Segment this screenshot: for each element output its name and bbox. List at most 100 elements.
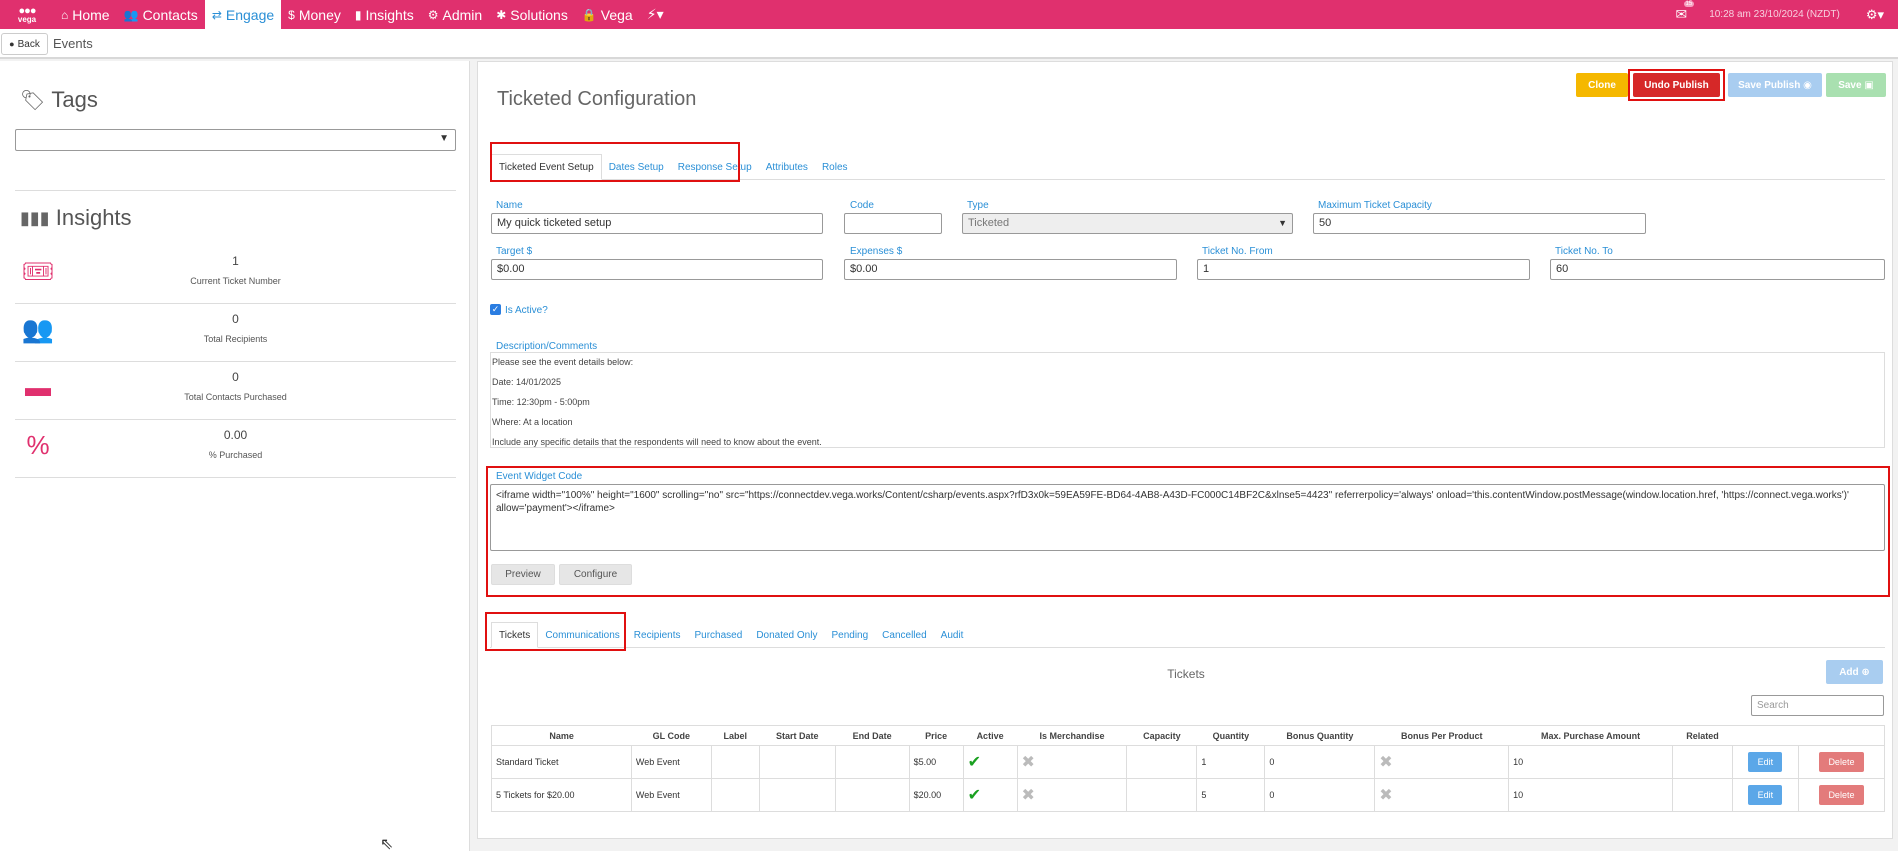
configure-button[interactable]: Configure <box>559 564 632 585</box>
tab-cancelled[interactable]: Cancelled <box>875 622 933 648</box>
check-icon: ✔ <box>967 754 981 771</box>
widget-code-textarea[interactable]: <iframe width="100%" height="1600" scrol… <box>490 484 1885 551</box>
insights-heading: ▮▮▮ Insights <box>20 205 132 230</box>
puzzle-icon: ✱ <box>496 7 507 22</box>
nav-admin[interactable]: ⚙ Admin <box>421 0 489 29</box>
vega-logo[interactable]: ●●● vega <box>0 0 54 29</box>
name-label: Name <box>496 200 523 211</box>
max-capacity-label: Maximum Ticket Capacity <box>1318 200 1432 211</box>
nav-contacts[interactable]: 👥 Contacts <box>117 0 205 29</box>
nav-money[interactable]: $ Money <box>281 0 348 29</box>
ticket-from-input[interactable]: 1 <box>1197 259 1530 280</box>
target-input[interactable]: $0.00 <box>491 259 823 280</box>
undo-publish-button[interactable]: Undo Publish <box>1633 73 1720 97</box>
chevron-down-icon: ▼ <box>1278 218 1287 228</box>
sub-header: ● Back Events <box>0 29 1898 59</box>
tab-roles[interactable]: Roles <box>815 154 855 180</box>
cross-icon: ✖ <box>1021 754 1035 771</box>
cross-icon: ✖ <box>1379 754 1393 771</box>
description-editor[interactable]: Please see the event details below: Date… <box>490 352 1885 448</box>
home-icon: ⌂ <box>61 7 69 22</box>
tab-audit[interactable]: Audit <box>934 622 971 648</box>
tags-heading: 🏷 Tags <box>20 87 98 112</box>
chevron-down-icon: ▼ <box>439 133 449 144</box>
plus-circle-icon: ⊕ <box>1861 666 1870 678</box>
tab-recipients[interactable]: Recipients <box>627 622 688 648</box>
stat-percent-purchased: % 0.00 % Purchased <box>15 420 456 478</box>
floppy-icon: ▣ <box>1864 79 1874 91</box>
bolt-icon: ⚡▾ <box>646 6 664 22</box>
stat-total-recipients: 👥 0 Total Recipients <box>15 304 456 362</box>
tab-attributes[interactable]: Attributes <box>759 154 815 180</box>
nav-vega[interactable]: 🔒 Vega <box>575 0 640 29</box>
back-button[interactable]: ● Back <box>1 33 48 55</box>
bar-chart-icon: ▮▮▮ <box>20 207 50 228</box>
expenses-label: Expenses $ <box>850 246 903 257</box>
breadcrumb[interactable]: Events <box>53 36 93 51</box>
nav-insights[interactable]: ▮ Insights <box>348 0 421 29</box>
dollar-icon: $ <box>288 7 295 22</box>
tags-icon: 🏷 <box>20 89 46 112</box>
left-panel: 🏷 Tags ▼ ▮▮▮ Insights 🎟 1 Current Ticket N… <box>0 61 470 851</box>
users-icon: 👥 <box>123 7 139 22</box>
table-header-row: Name GL Code Label Start Date End Date P… <box>491 725 1885 746</box>
tags-select[interactable]: ▼ <box>15 129 456 151</box>
table-row: Standard Ticket Web Event $5.00 ✔ ✖ 1 0 … <box>491 745 1886 779</box>
page-title: Ticketed Configuration <box>497 88 697 110</box>
exchange-icon: ⇄ <box>211 7 222 22</box>
highlight-box <box>485 612 626 651</box>
tickets-table: Name GL Code Label Start Date End Date P… <box>491 725 1886 812</box>
main-panel: Ticketed Configuration Clone Undo Publis… <box>477 61 1893 839</box>
edit-button[interactable]: Edit <box>1748 785 1783 805</box>
divider <box>15 190 456 191</box>
bar-chart-icon: ▮ <box>354 7 362 22</box>
highlight-box <box>490 142 740 182</box>
tickets-heading: Tickets <box>1167 667 1205 681</box>
cogs-icon: ⚙ <box>427 7 439 22</box>
clock: 10:28 am 23/10/2024 (NZDT) <box>1709 9 1840 20</box>
ticket-to-label: Ticket No. To <box>1555 246 1613 257</box>
delete-button[interactable]: Delete <box>1818 785 1864 805</box>
circle-arrow-icon: ◉ <box>1803 79 1812 91</box>
top-nav: ●●● vega ⌂ Home 👥 Contacts ⇄ Engage $ Money … <box>0 0 1898 29</box>
notifications-icon[interactable]: ✉ 15 <box>1675 1 1695 23</box>
widget-code-label: Event Widget Code <box>496 471 583 482</box>
code-input[interactable] <box>844 213 942 234</box>
check-icon: ✔ <box>967 787 981 804</box>
clone-button[interactable]: Clone <box>1576 73 1628 97</box>
cross-icon: ✖ <box>1379 787 1393 804</box>
save-publish-button[interactable]: Save Publish ◉ <box>1728 73 1822 97</box>
stat-contacts-purchased: ▬ 0 Total Contacts Purchased <box>15 362 456 420</box>
type-label: Type <box>967 200 989 211</box>
cross-icon: ✖ <box>1021 787 1035 804</box>
max-capacity-input[interactable]: 50 <box>1313 213 1646 234</box>
stat-current-ticket: 🎟 1 Current Ticket Number <box>15 246 456 304</box>
delete-button[interactable]: Delete <box>1818 752 1864 772</box>
tab-purchased[interactable]: Purchased <box>688 622 750 648</box>
type-select[interactable]: Ticketed ▼ <box>962 213 1293 234</box>
edit-button[interactable]: Edit <box>1748 752 1783 772</box>
settings-cog-icon[interactable]: ⚙▾ <box>1866 7 1884 23</box>
add-ticket-button[interactable]: Add ⊕ <box>1826 660 1883 684</box>
name-input[interactable]: My quick ticketed setup <box>491 213 823 234</box>
lock-icon: 🔒 <box>581 7 597 22</box>
mouse-cursor-icon: ⇖ <box>380 836 394 851</box>
ticket-to-input[interactable]: 60 <box>1550 259 1885 280</box>
is-active-checkbox[interactable]: ✓ <box>490 304 501 315</box>
preview-button[interactable]: Preview <box>491 564 555 585</box>
is-active-label: Is Active? <box>505 305 548 316</box>
target-label: Target $ <box>496 246 533 257</box>
tab-pending[interactable]: Pending <box>824 622 875 648</box>
back-circle-icon: ● <box>9 39 15 49</box>
nav-solutions[interactable]: ✱ Solutions <box>489 0 575 29</box>
save-button[interactable]: Save ▣ <box>1826 73 1886 97</box>
tab-donated-only[interactable]: Donated Only <box>749 622 824 648</box>
logo-people-icon: ●●● <box>18 4 37 17</box>
nav-home[interactable]: ⌂ Home <box>54 0 117 29</box>
nav-engage[interactable]: ⇄ Engage <box>204 0 282 29</box>
nav-quick-actions[interactable]: ⚡▾ <box>640 0 671 29</box>
tickets-search-input[interactable]: Search <box>1751 695 1884 716</box>
expenses-input[interactable]: $0.00 <box>844 259 1177 280</box>
description-label: Description/Comments <box>496 341 598 352</box>
ticket-from-label: Ticket No. From <box>1202 246 1273 257</box>
